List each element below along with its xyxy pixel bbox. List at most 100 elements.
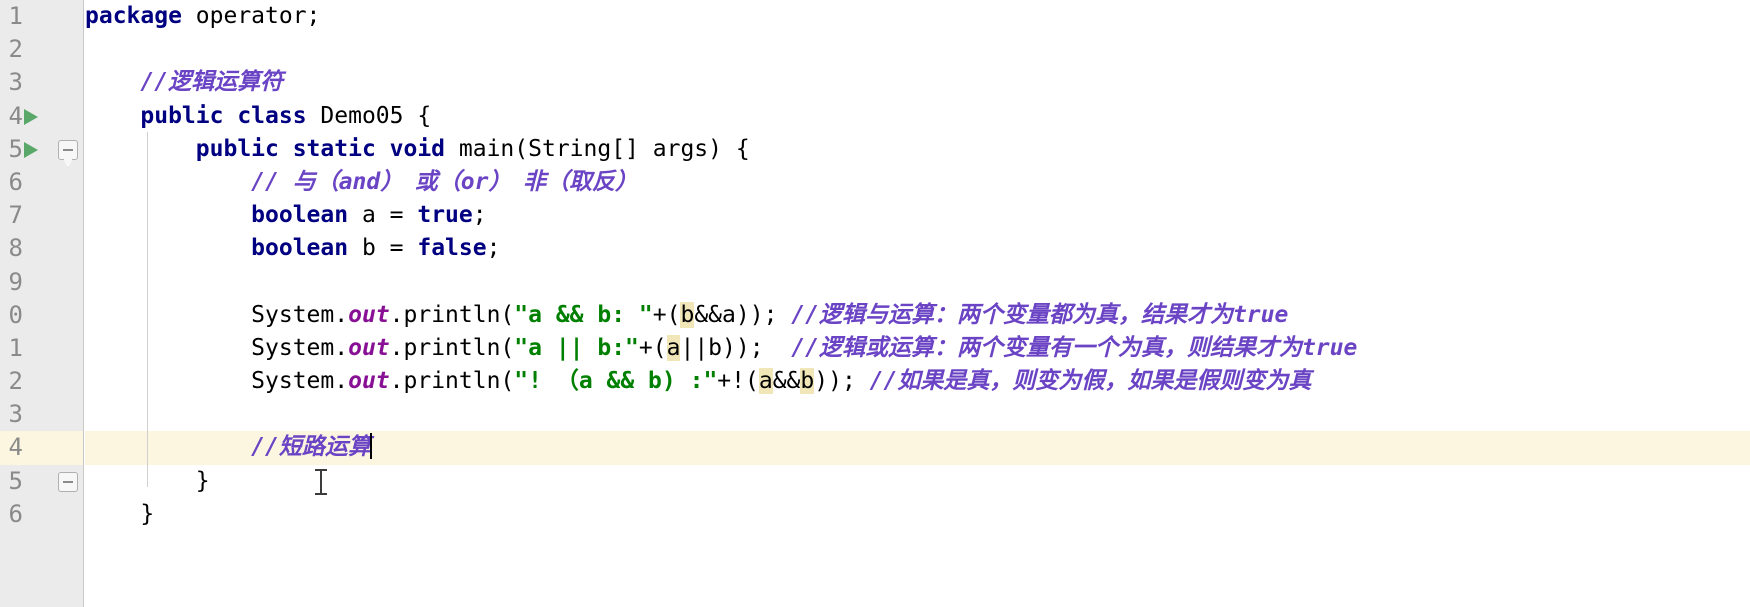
line-number: 0 [8, 300, 23, 329]
line-number: 1 [8, 333, 23, 362]
gutter-line-8[interactable]: 8 [0, 232, 83, 265]
collapse-minus-icon[interactable] [58, 139, 78, 160]
line-number: 5 [8, 466, 23, 495]
code-token: System. [251, 301, 349, 328]
line-number: 6 [8, 499, 23, 528]
code-token: main(String[] args) { [458, 135, 750, 162]
code-token: boolean [251, 202, 362, 229]
gutter-line-10[interactable]: 0 [0, 299, 83, 332]
gutter-line-9[interactable]: 9 [0, 266, 83, 299]
code-line-14[interactable]: //短路运算 [85, 431, 1750, 465]
code-token: false [417, 235, 487, 262]
gutter-line-11[interactable]: 1 [0, 332, 83, 365]
text-caret [369, 433, 372, 460]
line-number: 9 [8, 267, 23, 296]
code-line-2[interactable] [85, 33, 1750, 66]
line-number: 4 [8, 433, 23, 462]
code-line-5[interactable]: public static void main(String[] args) { [85, 133, 1750, 166]
code-token: ||b)); [680, 334, 792, 361]
code-token: b = [361, 235, 418, 262]
code-token: && [772, 368, 801, 395]
line-number: 3 [8, 400, 23, 429]
gutter-line-2[interactable]: 2 [0, 33, 83, 66]
gutter-line-15[interactable]: 5 [0, 465, 83, 498]
code-line-16[interactable]: } [85, 498, 1750, 531]
code-line-13[interactable] [85, 398, 1750, 431]
play-triangle-icon[interactable] [24, 141, 38, 158]
gutter-line-13[interactable]: 3 [0, 398, 83, 431]
code-line-11[interactable]: System.out.println("a || b:"+(a||b)); //… [85, 332, 1750, 365]
code-line-12[interactable]: System.out.println("! （a && b) :"+!(a&&b… [85, 365, 1750, 398]
line-number: 1 [8, 2, 23, 30]
code-token: +( [638, 334, 667, 361]
code-token: System. [251, 334, 349, 361]
code-line-10[interactable]: System.out.println("a && b: "+(b&&a)); /… [85, 299, 1750, 332]
gutter-line-3[interactable]: 3 [0, 66, 83, 99]
code-line-7[interactable]: boolean a = true; [85, 199, 1750, 232]
code-token: // 与（and） 或（or） 非（取反） [251, 168, 638, 195]
code-token: "a && b: " [514, 301, 653, 328]
code-token: operator; [195, 3, 321, 29]
code-line-1[interactable]: package operator; [85, 0, 1750, 33]
line-number: 2 [8, 35, 23, 64]
code-editor[interactable]: 1 2 3 4 5 6 7 8 9 0 1 2 3 4 5 6 package operator; //逻辑运… [0, 0, 1750, 607]
code-token: b [680, 301, 695, 328]
code-token: } [195, 467, 210, 494]
code-token: .println( [389, 301, 515, 328]
line-number: 4 [8, 101, 23, 130]
code-token: "a || b:" [514, 334, 639, 361]
code-line-9[interactable] [85, 266, 1750, 299]
line-number: 6 [8, 167, 23, 196]
code-token: out [348, 368, 390, 395]
gutter-line-4[interactable]: 4 [0, 100, 83, 133]
editor-gutter[interactable]: 1 2 3 4 5 6 7 8 9 0 1 2 3 4 5 6 [0, 0, 84, 607]
code-token: //逻辑或运算：两个变量有一个为真，则结果才为true [791, 334, 1358, 361]
code-token: a [666, 334, 681, 361]
code-token: out [348, 334, 390, 361]
code-token: +( [652, 301, 681, 328]
code-token: b [800, 368, 815, 395]
code-line-4[interactable]: public class Demo05 { [85, 100, 1750, 133]
code-token: .println( [389, 368, 515, 395]
code-token: out [348, 301, 390, 328]
code-line-8[interactable]: boolean b = false; [85, 232, 1750, 265]
play-triangle-icon[interactable] [24, 108, 38, 125]
gutter-line-7[interactable]: 7 [0, 199, 83, 232]
code-token: &&a)); [694, 301, 792, 328]
code-token: ; [472, 202, 487, 229]
code-token: true [417, 202, 473, 229]
code-token: public class [140, 102, 321, 129]
code-line-15[interactable]: } [85, 465, 1750, 498]
code-token: +!( [717, 368, 759, 395]
code-token: } [140, 500, 155, 527]
code-token: "! （a && b) :" [514, 368, 718, 395]
line-number: 7 [8, 201, 23, 230]
code-token: Demo05 { [320, 102, 432, 129]
code-token: ; [486, 235, 501, 262]
gutter-line-6[interactable]: 6 [0, 166, 83, 199]
collapse-minus-icon[interactable] [58, 471, 78, 492]
gutter-line-5[interactable]: 5 [0, 133, 83, 166]
gutter-line-14[interactable]: 4 [0, 431, 83, 465]
code-line-3[interactable]: //逻辑运算符 [85, 66, 1750, 99]
code-token: )); [814, 368, 870, 395]
code-token: public static void [195, 135, 459, 162]
code-token: boolean [251, 235, 362, 262]
gutter-line-12[interactable]: 2 [0, 365, 83, 398]
code-line-6[interactable]: // 与（and） 或（or） 非（取反） [85, 166, 1750, 199]
gutter-line-1[interactable]: 1 [0, 0, 83, 33]
gutter-line-16[interactable]: 6 [0, 498, 83, 531]
line-number: 3 [8, 68, 23, 97]
code-token: package [85, 3, 196, 29]
line-number: 5 [8, 134, 23, 163]
code-token: //如果是真，则变为假，如果是假则变为真 [869, 368, 1312, 395]
editor-code-area[interactable]: package operator; //逻辑运算符 public class D… [85, 0, 1750, 607]
